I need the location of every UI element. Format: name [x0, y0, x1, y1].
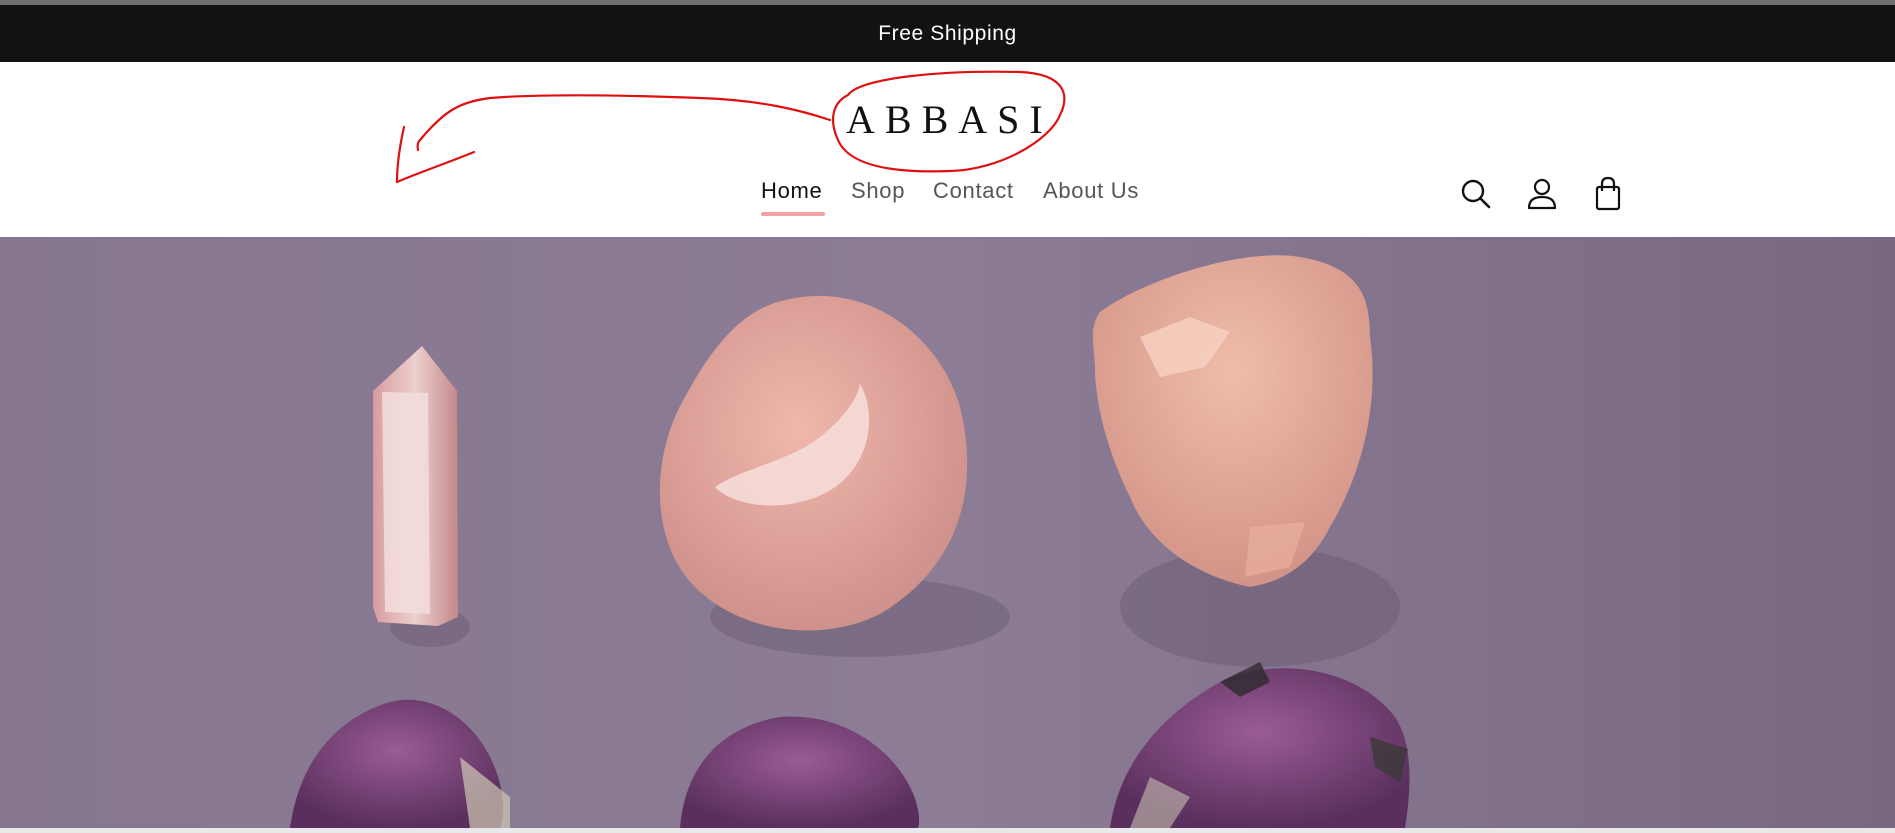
site-header: ABBASI Home Shop Contact About Us	[0, 62, 1895, 237]
account-icon	[1527, 178, 1557, 210]
nav-home[interactable]: Home	[761, 178, 823, 204]
nav-active-underline	[761, 212, 825, 216]
hero-image	[0, 237, 1895, 828]
cart-button[interactable]	[1588, 174, 1628, 214]
nav-about-us[interactable]: About Us	[1043, 178, 1139, 204]
search-icon	[1461, 179, 1491, 209]
window-bottom-edge	[0, 828, 1895, 833]
announcement-bar: Free Shipping	[0, 5, 1895, 62]
hero-banner[interactable]	[0, 237, 1895, 828]
search-button[interactable]	[1456, 174, 1496, 214]
nav-shop[interactable]: Shop	[851, 178, 905, 204]
brand-logo[interactable]: ABBASI	[846, 96, 1053, 143]
account-button[interactable]	[1522, 174, 1562, 214]
cart-icon	[1595, 176, 1621, 211]
announcement-text: Free Shipping	[878, 21, 1017, 45]
nav-contact[interactable]: Contact	[933, 178, 1014, 204]
